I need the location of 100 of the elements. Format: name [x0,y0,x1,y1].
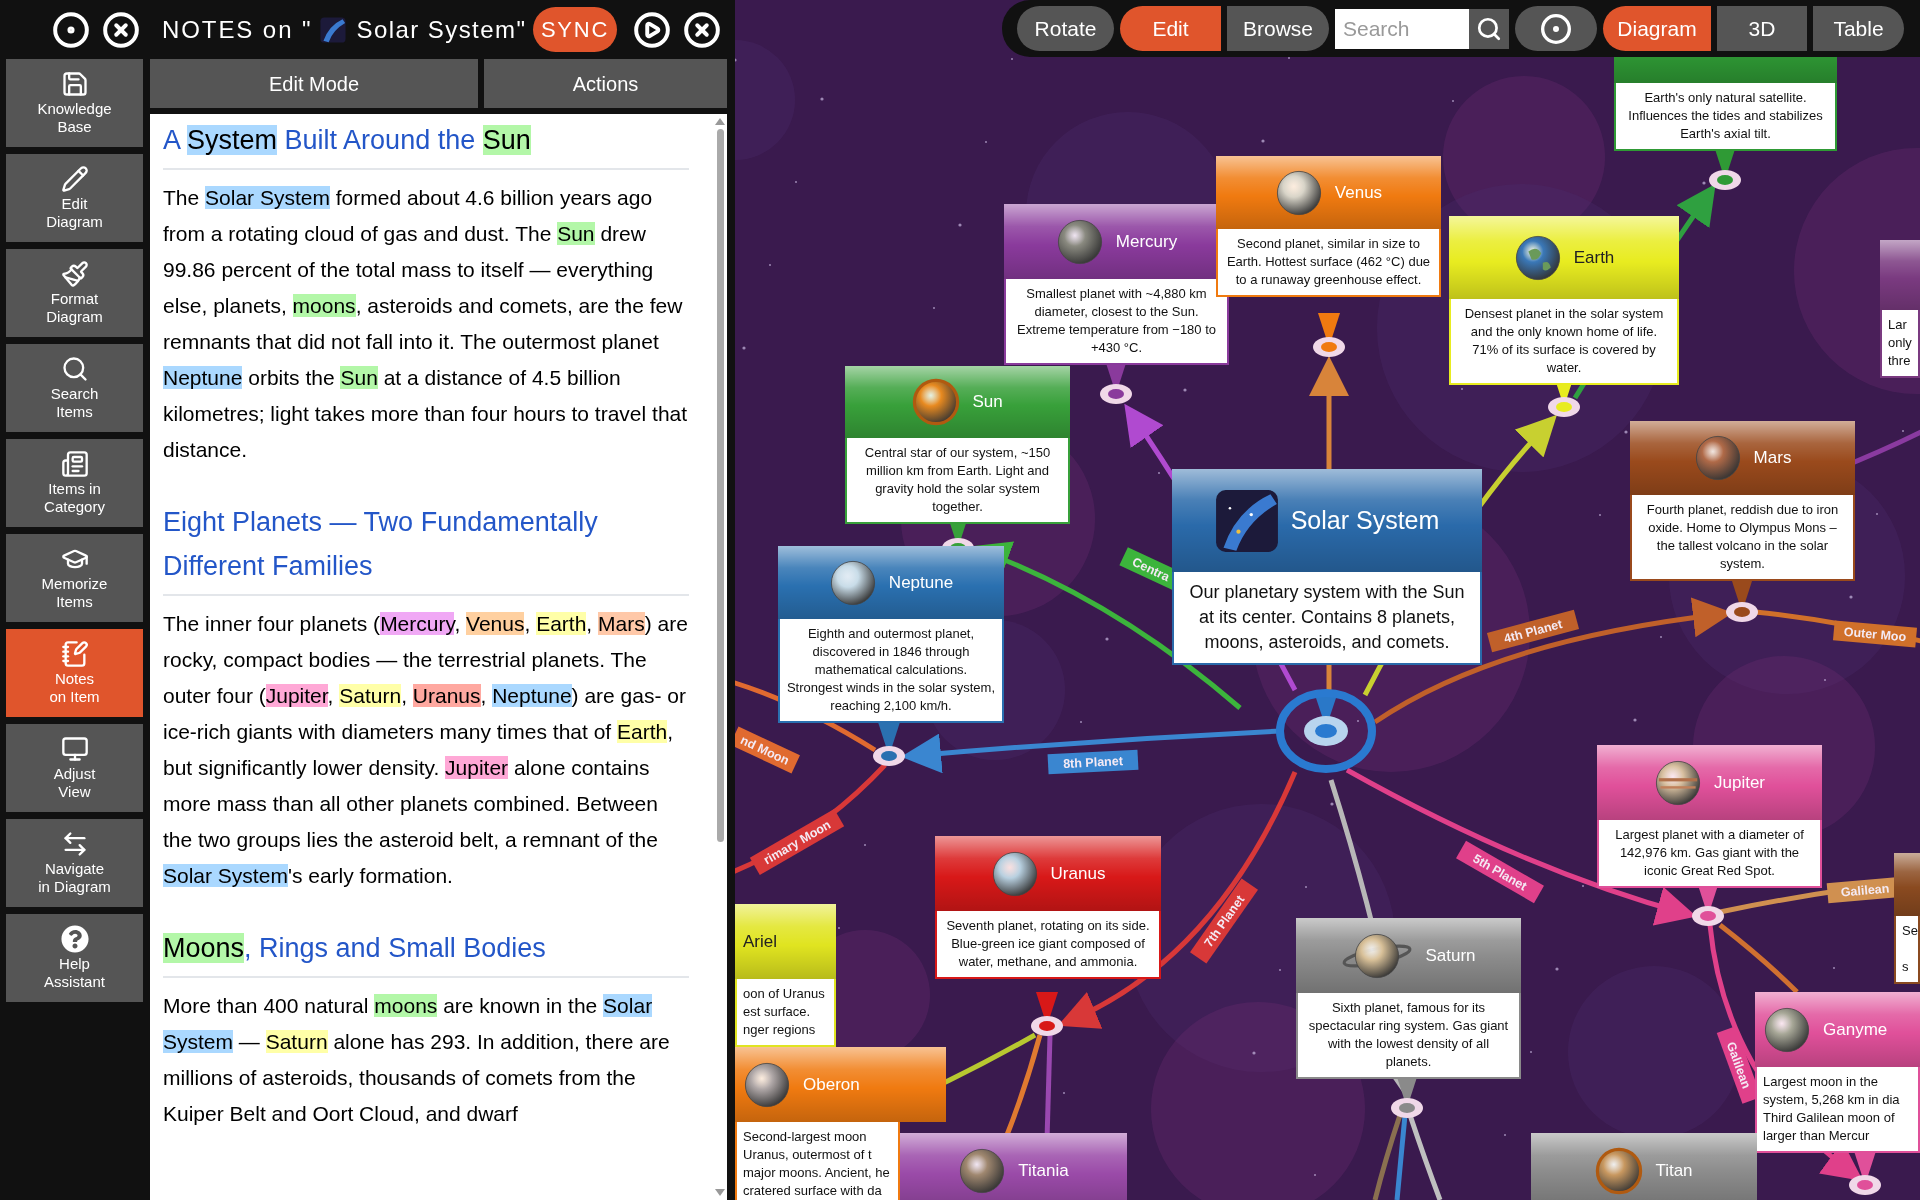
planet-icon [1513,233,1562,282]
card-description: Central star of our system, ~150 million km from Earth. Light and gravity hold the solar system together. [845,438,1070,524]
card-title: Ariel [743,930,777,953]
star-dot [1261,139,1265,143]
notes-tab[interactable]: Edit Mode [150,59,478,108]
newspaper-icon [60,450,89,478]
sidebar-button[interactable]: Navigate in Diagram [6,819,143,907]
section-heading: Moons, Rings and Small Bodies [163,926,689,978]
card-title: Venus [1334,181,1383,204]
card-description: Largest moon in the system, 5,268 km in dia Third Galilean moon of larger than Mercur [1755,1067,1920,1153]
card-description: Lar only thre [1880,310,1920,378]
play-icon [633,10,671,49]
ringed-planet-icon [1341,931,1414,980]
sync-button[interactable]: SYNC [533,7,617,52]
card-description: Se s [1894,916,1920,984]
pin-marker [873,722,905,766]
card-title: Ganyme [1823,1018,1888,1041]
galaxy-icon [320,16,347,43]
star-dot [1624,430,1628,434]
star-dot [1105,637,1109,641]
close-icon [683,10,721,49]
search-button[interactable] [1469,8,1509,49]
sidebar-button[interactable]: Knowledge Base [6,59,143,147]
center-button[interactable] [1515,6,1597,51]
card-description: Smallest planet with ~4,880 km diameter, closest to the Sun. Extreme temperature from −180 to +430 °C. [1004,279,1229,365]
card-description: oon of Uranus est surface. nger regions [735,979,836,1047]
card-description: Our planetary system with the Sun at its center. Contains 8 planets, moons, asteroids, and comets. [1172,572,1482,665]
scroll-down-icon[interactable] [715,1189,725,1196]
card-title: Sun [972,391,1003,414]
planet-icon [1274,168,1323,217]
search-icon [1476,15,1502,42]
card-title: Mercury [1115,230,1178,253]
section-heading: Eight Planets — Two Fundamentally Different Families [163,500,689,596]
edge-label: 4th Planet [1486,609,1580,653]
notes-title-item: Solar System" [356,14,527,45]
brush-icon [60,260,89,288]
mode-button[interactable]: Rotate [1017,6,1114,51]
edge-label: 8th Planet [1047,749,1139,775]
pin-marker [1849,1151,1881,1195]
pencil-icon [60,165,89,193]
planet-icon [743,1060,791,1109]
sidebar-button[interactable]: Help Assistant [6,914,143,1002]
star-dot [1702,181,1706,185]
sidebar-button[interactable]: Adjust View [6,724,143,812]
card-description: Earth's only natural satellite. Influences the tides and stabilizes Earth's axial tilt. [1614,83,1837,151]
star-dot [958,223,962,227]
sidebar-button[interactable]: Memorize Items [6,534,143,622]
sidebar-button[interactable]: Notes on Item [6,629,143,717]
notes-tab[interactable]: Actions [484,59,727,108]
target-button[interactable] [52,10,90,49]
target-icon [52,10,90,49]
help-icon [60,925,89,953]
card-description: Densest planet in the solar system and the only known home of life. 71% of its surface is covered by water. [1449,299,1679,385]
card-title: Oberon [803,1073,860,1096]
star-dot [1849,595,1853,599]
view-tab[interactable]: Table [1813,6,1904,51]
planet-icon [1654,758,1702,807]
card-title: Titania [1018,1159,1069,1182]
star-dot [1633,718,1637,722]
play-button[interactable] [633,10,671,49]
close-button[interactable] [683,10,721,49]
planet-icon [1055,217,1104,266]
section-heading: A System Built Around the Sun [163,118,689,170]
star-dot [742,346,746,350]
sidebar-button[interactable]: Format Diagram [6,249,143,337]
paragraph: The inner four planets (Mercury, Venus, Earth, Mars) are rocky, compact bodies — the terrestrial planets. The outer four (Jupiter, Saturn, Uranus, Neptune) are gas- or ice-rich giants with diameters many times that of Earth, but significantly lower density. Jupiter alone contains more mass than all other planets combined. Between the two groups lies the asteroid belt, a remnant of the Solar System's early formation. [163,611,689,889]
mode-button[interactable]: Edit [1120,6,1221,51]
mode-button[interactable]: Browse [1227,6,1329,51]
card-title: Titan [1655,1159,1693,1182]
card-title: Neptune [888,571,954,594]
sun-icon [912,378,961,426]
card-description: Second planet, similar in size to Earth. Hottest surface (462 °C) due to a runaway greenhouse effect. [1216,229,1441,297]
card-description: Fourth planet, reddish due to iron oxide. Home to Olympus Mons – the tallest volcano in the solar system. [1630,495,1855,581]
star-dot [1252,1051,1256,1055]
sidebar-button[interactable]: Items in Category [6,439,143,527]
pin-marker [1313,313,1345,357]
card-title: Uranus [1050,862,1106,885]
scrollbar-thumb[interactable] [716,129,724,842]
search-icon [60,355,89,383]
sidebar-button[interactable]: Edit Diagram [6,154,143,242]
paragraph: More than 400 natural moons are known in the Solar System — Saturn alone has 293. In addition, there are millions of asteroids, thousands of comets from the Kuiper Belt and Oort Cloud, and dwarf [163,993,671,1127]
galaxy-icon [1214,488,1279,553]
view-tab[interactable]: 3D [1717,6,1807,51]
card-description: Seventh planet, rotating on its side. Blue-green ice giant composed of water, methane, and ammonia. [935,911,1161,979]
star-dot [1555,967,1559,971]
sidebar-button[interactable]: Search Items [6,344,143,432]
card-title: Earth [1573,246,1615,269]
close-icon [102,10,140,49]
view-tab[interactable]: Diagram [1603,6,1711,51]
card-title: Solar System [1290,504,1440,536]
close-button[interactable] [102,10,140,49]
star-dot [1330,802,1334,806]
search-field[interactable]: Search [1335,8,1469,49]
scroll-up-icon[interactable] [715,118,725,125]
card-description: Sixth planet, famous for its spectacular ring system. Gas giant with the lowest density of all planets. [1296,993,1521,1079]
planet-icon [958,1146,1007,1195]
planet-icon [1693,434,1742,482]
planet-icon [1763,1005,1811,1054]
save-icon [60,70,89,98]
monitor-icon [60,735,89,763]
